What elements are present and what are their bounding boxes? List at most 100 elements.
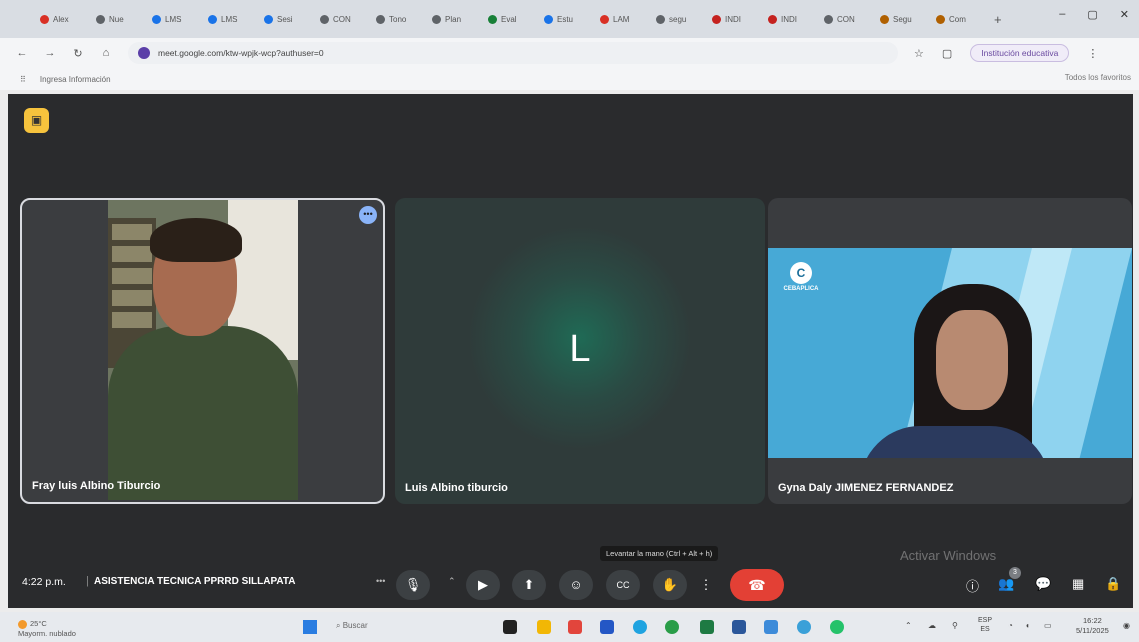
- bookmark-item[interactable]: Ingresa Información: [40, 75, 111, 84]
- tab-label: Eval: [501, 14, 517, 24]
- browser-toolbar: ← → ↻ ⌂ meet.google.com/ktw-wpjk-wcp?aut…: [0, 38, 1139, 68]
- tray-icon[interactable]: ☁: [928, 621, 936, 630]
- browser-tab[interactable]: LMS: [146, 7, 202, 31]
- reactions-icon[interactable]: ☺: [559, 570, 593, 600]
- volume-icon[interactable]: ◖: [1025, 621, 1030, 630]
- taskbar-clock[interactable]: 16:22 5/11/2025: [1076, 616, 1109, 636]
- participant-tile-3[interactable]: C CEBAPLICA Gyna Daly JIMENEZ FERNANDEZ: [768, 198, 1132, 504]
- apps-grid-icon[interactable]: ⠿: [20, 75, 26, 84]
- profile-button[interactable]: Institución educativa: [970, 44, 1070, 62]
- maximize-button[interactable]: ▢: [1087, 8, 1097, 21]
- app-icon[interactable]: [568, 620, 582, 634]
- audio-options-icon[interactable]: •••: [376, 576, 385, 586]
- chat-icon[interactable]: 💬: [1035, 576, 1051, 592]
- participant-tile-1[interactable]: ••• Fray luis Albino Tiburcio: [20, 198, 385, 504]
- all-bookmarks-link[interactable]: Todos los favoritos: [1065, 73, 1131, 82]
- browser-tab[interactable]: Sesi: [258, 7, 314, 31]
- raise-hand-icon[interactable]: ✋: [653, 570, 687, 600]
- meet-control-bar: 4:22 p.m. | ASISTENCIA TECNICA PPRRD SIL…: [8, 560, 1133, 608]
- present-screen-icon[interactable]: ⬆: [512, 570, 546, 600]
- browser-tab[interactable]: Eval: [482, 7, 538, 31]
- raise-hand-tooltip: Levantar la mano (Ctrl + Alt + h): [600, 546, 719, 561]
- tab-label: INDI: [725, 14, 741, 24]
- wifi-icon[interactable]: ◔: [1008, 621, 1013, 630]
- forward-icon[interactable]: →: [44, 47, 56, 59]
- tab-favicon-icon: [712, 14, 721, 24]
- store-icon[interactable]: [600, 620, 614, 634]
- captions-icon[interactable]: CC: [606, 570, 640, 600]
- language-indicator[interactable]: ESP ES: [978, 616, 992, 634]
- weather-widget[interactable]: 25°C Mayorm. nublado: [18, 619, 76, 638]
- visual-effects-icon[interactable]: ▣: [24, 108, 49, 133]
- browser-tab[interactable]: INDI: [706, 7, 762, 31]
- windows-start-icon[interactable]: [303, 620, 317, 634]
- browser-tab[interactable]: LMS: [202, 7, 258, 31]
- activities-icon[interactable]: ▦: [1072, 576, 1084, 592]
- browser-tab[interactable]: segu: [650, 7, 706, 31]
- tab-favicon-icon: [656, 14, 665, 24]
- address-bar[interactable]: meet.google.com/ktw-wpjk-wcp?authuser=0: [128, 42, 898, 64]
- video-options-icon[interactable]: ⌃: [448, 576, 456, 587]
- tab-label: Segu: [893, 14, 912, 24]
- excel-icon[interactable]: [700, 620, 714, 634]
- reload-icon[interactable]: ↻: [72, 47, 84, 60]
- home-icon[interactable]: ⌂: [100, 47, 112, 59]
- minimize-button[interactable]: –: [1059, 8, 1065, 21]
- tray-icon[interactable]: ⚲: [952, 621, 958, 630]
- browser-tab[interactable]: Com: [930, 7, 986, 31]
- tab-label: LMS: [221, 14, 238, 24]
- tab-favicon-icon: [880, 14, 889, 24]
- back-icon[interactable]: ←: [16, 47, 28, 59]
- participant-video: [108, 200, 298, 500]
- new-tab-button[interactable]: +: [994, 12, 1002, 27]
- tab-label: CON: [333, 14, 351, 24]
- tab-favicon-icon: [264, 14, 273, 24]
- file-explorer-icon[interactable]: [537, 620, 551, 634]
- browser-tab[interactable]: INDI: [762, 7, 818, 31]
- extensions-icon[interactable]: ▢: [942, 47, 952, 60]
- url-text: meet.google.com/ktw-wpjk-wcp?authuser=0: [158, 48, 324, 58]
- whatsapp-icon[interactable]: [830, 620, 844, 634]
- more-options-icon[interactable]: •••: [359, 206, 377, 224]
- tab-favicon-icon: [96, 14, 105, 24]
- close-window-button[interactable]: ✕: [1120, 8, 1129, 21]
- chrome-icon[interactable]: [665, 620, 679, 634]
- app-icon[interactable]: [797, 620, 811, 634]
- browser-menu-icon[interactable]: ⋮: [1087, 47, 1098, 60]
- camera-icon[interactable]: ▶: [466, 570, 500, 600]
- browser-tab[interactable]: Nue: [90, 7, 146, 31]
- leave-call-button[interactable]: ☎: [730, 569, 784, 601]
- bookmark-star-icon[interactable]: ☆: [914, 47, 924, 60]
- meeting-details-icon[interactable]: ⓘ: [966, 576, 979, 595]
- tab-label: LAM: [613, 14, 630, 24]
- browser-tab[interactable]: Segu: [874, 7, 930, 31]
- notification-icon[interactable]: ◉: [1123, 621, 1130, 630]
- browser-tab[interactable]: Tono: [370, 7, 426, 31]
- tab-favicon-icon: [432, 14, 441, 24]
- site-info-icon[interactable]: [138, 47, 150, 59]
- browser-tab[interactable]: Alex: [34, 7, 90, 31]
- browser-tab[interactable]: LAM: [594, 7, 650, 31]
- battery-icon[interactable]: ▭: [1044, 621, 1052, 630]
- participant-tile-2[interactable]: L Luis Albino tiburcio: [395, 198, 765, 504]
- app-icon[interactable]: [764, 620, 778, 634]
- tab-favicon-icon: [152, 14, 161, 24]
- people-count-badge: 3: [1009, 567, 1021, 579]
- weather-text: Mayorm. nublado: [18, 628, 76, 638]
- edge-icon[interactable]: [633, 620, 647, 634]
- mic-icon[interactable]: 🎙: [396, 570, 430, 600]
- browser-tab-strip: Alex Nue LMS LMS Sesi CON Tono Plan Eval Estu LAM s…: [0, 0, 1139, 38]
- browser-tab[interactable]: Estu: [538, 7, 594, 31]
- task-view-icon[interactable]: [503, 620, 517, 634]
- browser-tab[interactable]: CON: [818, 7, 874, 31]
- word-icon[interactable]: [732, 620, 746, 634]
- browser-tab[interactable]: CON: [314, 7, 370, 31]
- more-options-icon[interactable]: ⋮: [696, 570, 716, 600]
- tab-label: Sesi: [277, 14, 293, 24]
- toolbar-right: ☆ ▢ Institución educativa ⋮: [914, 44, 1098, 62]
- browser-tab[interactable]: Plan: [426, 7, 482, 31]
- host-controls-icon[interactable]: 🔒: [1105, 576, 1121, 592]
- tray-overflow-icon[interactable]: ⌃: [905, 621, 912, 630]
- tab-favicon-icon: [544, 14, 553, 24]
- taskbar-search[interactable]: ⌕ Buscar: [336, 621, 368, 631]
